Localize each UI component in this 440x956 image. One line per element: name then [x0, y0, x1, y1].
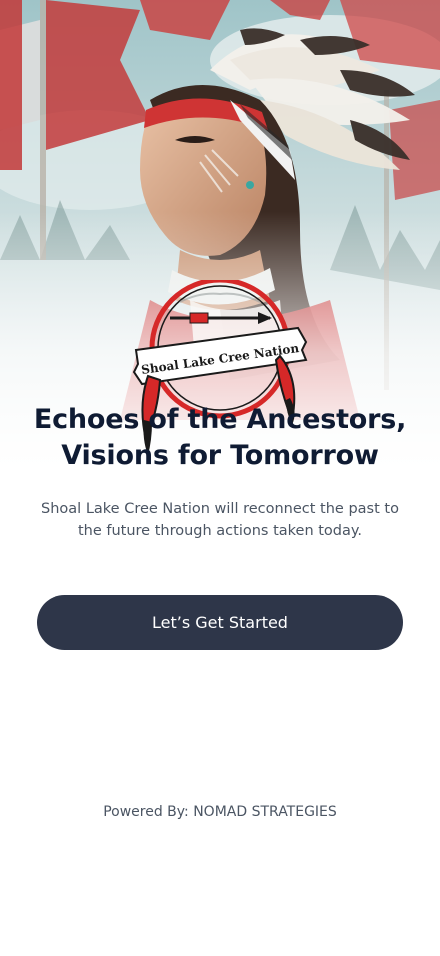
page-title: Echoes of the Ancestors, Visions for Tom…: [0, 402, 440, 474]
headline-line-2: Visions for Tomorrow: [61, 440, 379, 471]
page-subtitle: Shoal Lake Cree Nation will reconnect th…: [41, 501, 399, 539]
get-started-button[interactable]: Let’s Get Started: [37, 595, 403, 650]
powered-by-footer: Powered By: NOMAD STRATEGIES: [103, 804, 337, 820]
headline-line-1: Echoes of the Ancestors,: [33, 404, 407, 435]
